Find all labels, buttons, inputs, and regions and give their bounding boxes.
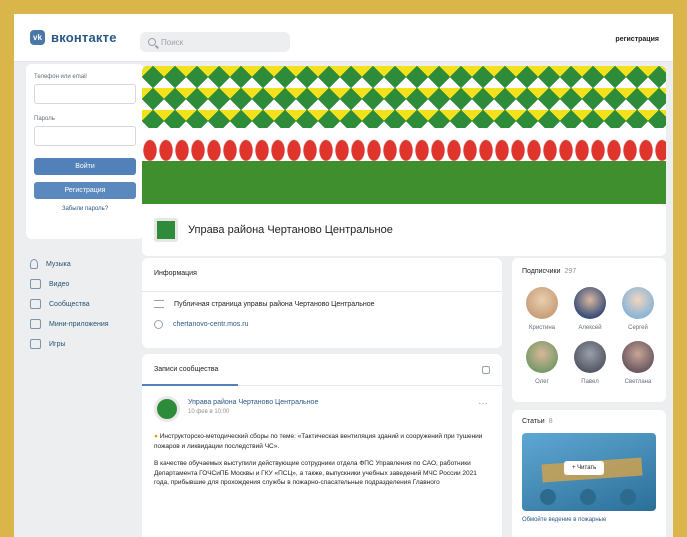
post-menu-icon[interactable]: ··· — [478, 398, 488, 409]
articles-count: 8 — [548, 418, 553, 425]
music-icon — [30, 259, 38, 269]
wall-search-icon[interactable] — [482, 366, 490, 374]
emoji-icon: ● — [154, 433, 158, 440]
search-input[interactable]: Поиск — [140, 32, 290, 52]
article-icon — [620, 489, 636, 505]
info-title: Информация — [142, 258, 502, 292]
articles-title[interactable]: Статьи 8 — [522, 418, 656, 425]
forgot-password-link[interactable]: Забыли пароль? — [34, 206, 136, 212]
subscriber-name: Кристина — [529, 325, 555, 331]
community-cover: Управа района Чертаново Центральное — [142, 66, 666, 256]
post-text-1: Инструкторско-методический сборы по теме… — [154, 433, 483, 450]
tab-community-posts[interactable]: Записи сообщества — [154, 366, 218, 373]
post-author-avatar[interactable] — [154, 396, 180, 422]
article-caption[interactable]: Обмойте ведение в пожарные — [522, 517, 656, 523]
nav-item-groups[interactable]: Сообщества — [30, 294, 109, 314]
avatar — [574, 287, 606, 319]
info-description-row: Публичная страница управы района Чертано… — [142, 296, 502, 312]
nav-label: Мини-приложения — [49, 320, 109, 328]
text-lines-icon — [154, 300, 164, 308]
subscribers-title[interactable]: Подписчики 297 — [522, 268, 656, 275]
article-cover[interactable]: + Читать — [522, 433, 656, 511]
top-bar: vk вконтакте Поиск регистрация — [14, 14, 673, 62]
info-card: Информация Публичная страница управы рай… — [142, 258, 502, 348]
avatar — [526, 287, 558, 319]
left-nav: Музыка Видео Сообщества Мини-приложения … — [30, 254, 109, 354]
nav-label: Сообщества — [49, 300, 90, 308]
post-date[interactable]: 10 фев в 10:00 — [188, 409, 318, 415]
community-avatar[interactable] — [154, 218, 178, 242]
login-card: Телефон или email Пароль Войти Регистрац… — [26, 64, 144, 239]
apps-icon — [30, 319, 41, 329]
read-button[interactable]: + Читать — [564, 461, 605, 475]
subscriber-name: Павел — [581, 379, 599, 385]
subscribers-label: Подписчики — [522, 268, 561, 275]
subscriber[interactable]: Кристина — [522, 287, 562, 331]
password-input[interactable] — [34, 126, 136, 146]
subscriber[interactable]: Алексей — [570, 287, 610, 331]
subscriber[interactable]: Светлана — [618, 341, 658, 385]
subscriber-name: Сергей — [628, 325, 648, 331]
login-button[interactable]: Войти — [34, 158, 136, 175]
cover-tulips-image — [142, 136, 666, 204]
nav-item-video[interactable]: Видео — [30, 274, 109, 294]
register-button[interactable]: Регистрация — [34, 182, 136, 199]
post-author[interactable]: Управа района Чертаново Центральное — [188, 399, 318, 406]
post-header: Управа района Чертаново Центральное 10 ф… — [142, 386, 502, 422]
globe-icon — [154, 319, 163, 329]
articles-label: Статьи — [522, 418, 545, 425]
subscribers-grid: Кристина Алексей Сергей Олег Павел Светл… — [522, 287, 656, 385]
info-website-link[interactable]: chertanovo-centr.mos.ru — [173, 321, 248, 328]
vk-logo[interactable]: vk вконтакте — [30, 30, 117, 45]
register-link[interactable]: регистрация — [615, 36, 659, 43]
community-name: Управа района Чертаново Центральное — [188, 224, 393, 236]
nav-item-games[interactable]: Игры — [30, 334, 109, 354]
search-icon — [148, 38, 156, 46]
articles-card: Статьи 8 + Читать Обмойте ведение в пожар… — [512, 410, 666, 537]
vk-page: vk вконтакте Поиск регистрация Телефон и… — [14, 14, 673, 537]
wall-card: Записи сообщества Управа района Чертанов… — [142, 354, 502, 537]
subscriber[interactable]: Сергей — [618, 287, 658, 331]
phone-label: Телефон или email — [34, 74, 87, 80]
avatar — [526, 341, 558, 373]
phone-input[interactable] — [34, 84, 136, 104]
nav-item-music[interactable]: Музыка — [30, 254, 109, 274]
wall-header: Записи сообщества — [142, 354, 502, 386]
post-body: ● Инструкторско-методический сборы по те… — [142, 422, 502, 488]
cover-cubes-pattern — [142, 66, 666, 128]
subscribers-count: 297 — [564, 268, 577, 275]
community-header: Управа района Чертаново Центральное — [142, 204, 666, 256]
read-button-label: Читать — [577, 465, 597, 471]
password-label: Пароль — [34, 116, 55, 122]
subscribers-card: Подписчики 297 Кристина Алексей Сергей Ол… — [512, 258, 666, 402]
info-website-row: chertanovo-centr.mos.ru — [142, 316, 502, 332]
avatar — [622, 341, 654, 373]
groups-icon — [30, 299, 41, 309]
nav-item-apps[interactable]: Мини-приложения — [30, 314, 109, 334]
vk-icon: vk — [30, 30, 45, 45]
article-icon — [540, 489, 556, 505]
subscriber[interactable]: Олег — [522, 341, 562, 385]
avatar — [622, 287, 654, 319]
article-icon — [580, 489, 596, 505]
games-icon — [30, 339, 41, 349]
video-icon — [30, 279, 41, 289]
subscriber[interactable]: Павел — [570, 341, 610, 385]
subscriber-name: Олег — [535, 379, 549, 385]
nav-label: Музыка — [46, 260, 71, 268]
nav-label: Игры — [49, 340, 66, 348]
logo-text: вконтакте — [51, 30, 117, 45]
subscriber-name: Алексей — [578, 325, 602, 331]
info-description: Публичная страница управы района Чертано… — [174, 300, 375, 308]
avatar — [574, 341, 606, 373]
subscriber-name: Светлана — [624, 379, 652, 385]
post-text-2: В качестве обучаемых выступили действующ… — [154, 460, 477, 486]
search-placeholder: Поиск — [161, 37, 184, 47]
nav-label: Видео — [49, 280, 70, 288]
